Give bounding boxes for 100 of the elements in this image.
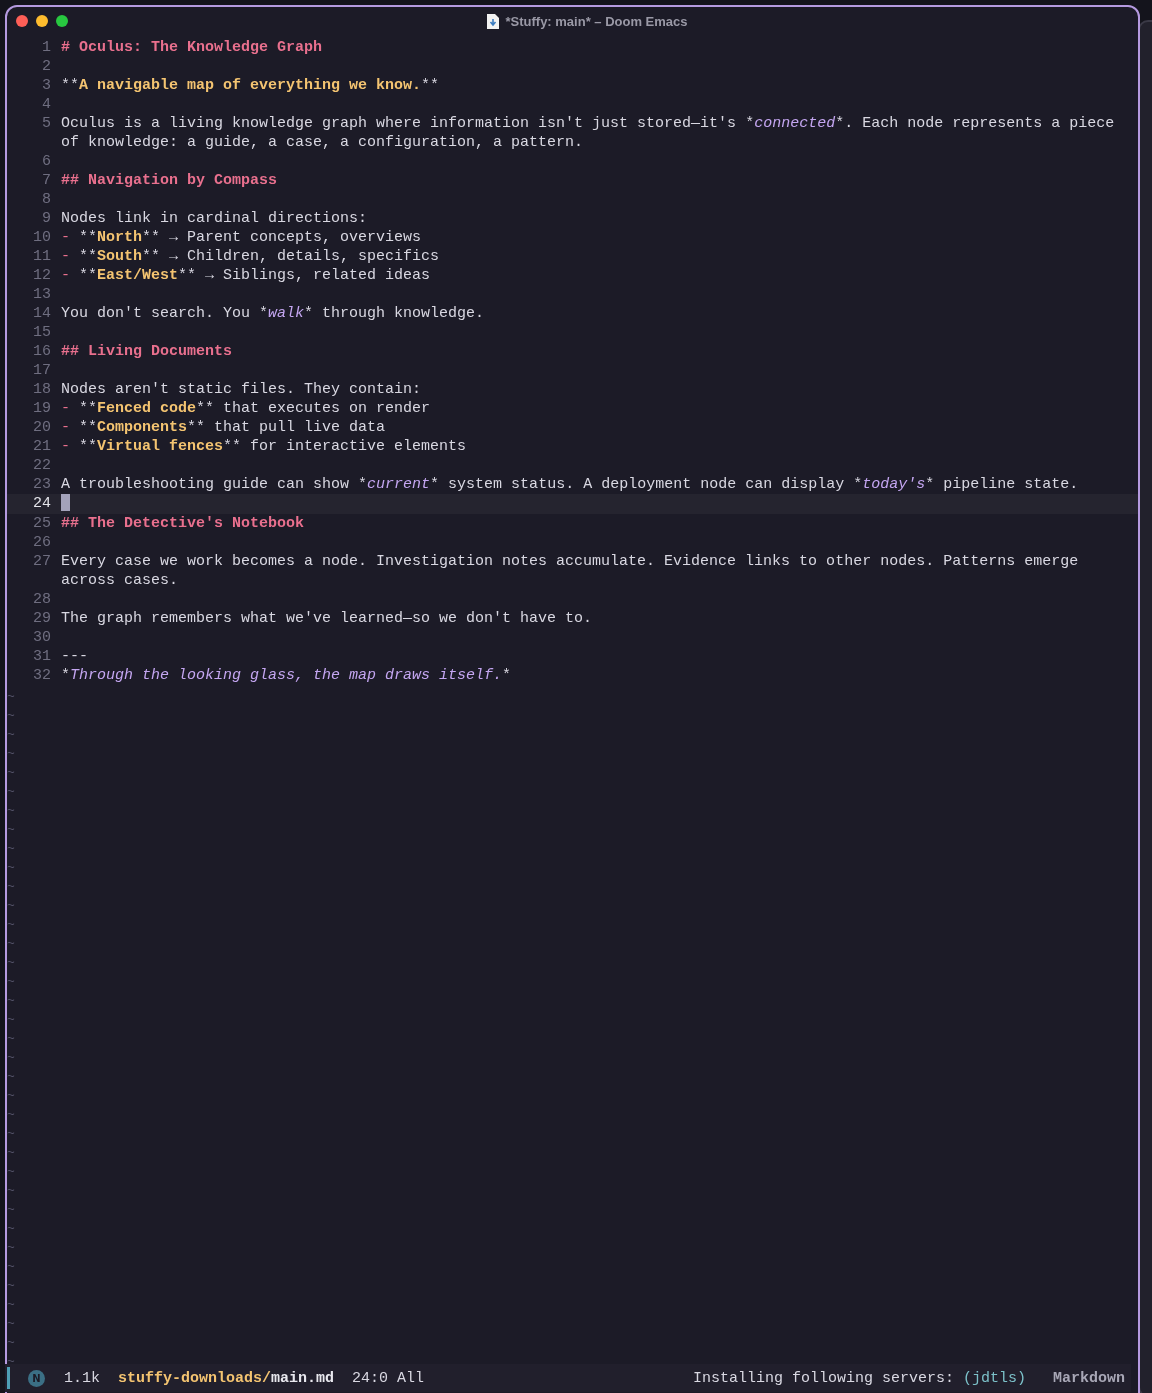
empty-line-marker: ~	[7, 1277, 16, 1295]
line-number: 26	[32, 533, 51, 552]
line-number: 28	[32, 590, 51, 609]
line-text: Nodes link in cardinal directions:	[61, 209, 369, 228]
empty-line-marker: ~	[7, 1144, 16, 1162]
empty-line-marker: ~	[7, 954, 16, 972]
empty-line-marker: ~	[7, 707, 16, 725]
line-text: - **Virtual fences** for interactive elements	[61, 437, 468, 456]
empty-line-marker: ~	[7, 897, 16, 915]
line-text: Every case we work becomes a node. Investigation notes accumulate. Evidence links to other nodes. Patterns emerge across cases.	[61, 552, 1080, 590]
empty-line-marker: ~	[7, 1011, 16, 1029]
mode-indicator: N	[28, 1369, 45, 1387]
empty-line-marker: ~	[7, 1030, 16, 1048]
empty-line-marker: ~	[7, 1049, 16, 1067]
empty-line-marker: ~	[7, 1239, 16, 1257]
line-number: 25	[32, 514, 51, 533]
empty-line-marker: ~	[7, 764, 16, 782]
line-text: You don't search. You *walk* through knowledge.	[61, 304, 486, 323]
line-text: *Through the looking glass, the map draws itself.*	[61, 666, 513, 685]
empty-line-marker: ~	[7, 688, 16, 706]
line-text: ## Navigation by Compass	[61, 171, 279, 190]
line-number: 21	[32, 437, 51, 456]
line-number: 17	[32, 361, 51, 380]
line-number: 31	[32, 647, 51, 666]
server-list: (jdtls)	[962, 1369, 1026, 1387]
line-text: - **East/West** → Siblings, related ideas	[61, 266, 432, 285]
line-number: 20	[32, 418, 51, 437]
line-number: 24	[32, 494, 51, 514]
major-mode: Markdown	[1053, 1369, 1125, 1387]
empty-line-marker: ~	[7, 1296, 16, 1314]
line-number: 15	[32, 323, 51, 342]
line-text: # Oculus: The Knowledge Graph	[61, 38, 324, 57]
line-number: 29	[32, 609, 51, 628]
empty-line-marker: ~	[7, 859, 16, 877]
buffer-size: 1.1k	[64, 1369, 100, 1387]
line-text: - **South** → Children, details, specifics	[61, 247, 441, 266]
empty-line-marker: ~	[7, 973, 16, 991]
line-text: - **Components** that pull live data	[61, 418, 387, 437]
minimize-button[interactable]	[36, 15, 48, 27]
line-text: Oculus is a living knowledge graph where information isn't just stored—it's *connected*. Each node represents a piece of knowledge: a guide, a case, a configuration, a pattern.	[61, 114, 1116, 152]
line-text: ---	[61, 647, 89, 666]
file-directory: stuffy-downloads/	[118, 1369, 272, 1387]
line-number: 4	[41, 95, 51, 114]
line-text: A troubleshooting guide can show *current* system status. A deployment node can display *today's* pipeline state.	[61, 475, 1080, 494]
empty-line-marker: ~	[7, 1106, 16, 1124]
line-text: - **Fenced code** that executes on render	[61, 399, 432, 418]
empty-line-marker: ~	[7, 1334, 16, 1352]
line-number: 1	[41, 38, 51, 57]
line-number: 14	[32, 304, 51, 323]
line-text: Nodes aren't static files. They contain:	[61, 380, 423, 399]
scroll-position: All	[397, 1369, 425, 1387]
line-text: ## Living Documents	[61, 342, 234, 361]
line-number: 3	[41, 76, 51, 95]
line-number: 11	[32, 247, 51, 266]
empty-line-marker: ~	[7, 726, 16, 744]
line-number: 6	[41, 152, 51, 171]
status-message: Installing following servers:	[692, 1369, 954, 1387]
empty-line-marker: ~	[7, 802, 16, 820]
file-name: main.md	[271, 1369, 335, 1387]
cursor-position: 24:0	[352, 1369, 389, 1387]
empty-line-marker: ~	[7, 935, 16, 953]
window-title: *Stuffy: main* – Doom Emacs	[505, 13, 688, 29]
line-number: 13	[32, 285, 51, 304]
empty-line-marker: ~	[7, 878, 16, 896]
empty-line-marker: ~	[7, 1087, 16, 1105]
close-button[interactable]	[16, 15, 28, 27]
line-number: 12	[32, 266, 51, 285]
zoom-button[interactable]	[56, 15, 68, 27]
line-number: 2	[41, 57, 51, 76]
line-number: 16	[32, 342, 51, 361]
empty-line-marker: ~	[7, 1201, 16, 1219]
line-number: 27	[32, 552, 51, 572]
line-text: **A navigable map of everything we know.**	[61, 76, 441, 95]
document-icon	[487, 13, 500, 29]
empty-line-marker: ~	[7, 1353, 16, 1371]
empty-line-marker: ~	[7, 783, 16, 801]
empty-line-marker: ~	[7, 840, 16, 858]
line-number: 23	[32, 475, 51, 494]
line-number: 32	[32, 666, 51, 685]
line-number: 30	[32, 628, 51, 647]
empty-line-marker: ~	[7, 916, 16, 934]
empty-line-marker: ~	[7, 992, 16, 1010]
empty-line-marker: ~	[7, 1258, 16, 1276]
line-number: 22	[32, 456, 51, 475]
empty-line-marker: ~	[7, 821, 16, 839]
line-text: The graph remembers what we've learned—so we don't have to.	[61, 609, 594, 628]
text-cursor	[61, 494, 70, 511]
line-text: ## The Detective's Notebook	[61, 514, 306, 533]
empty-line-marker: ~	[7, 1315, 16, 1333]
line-number: 8	[41, 190, 51, 209]
line-number: 9	[41, 209, 51, 228]
line-number: 18	[32, 380, 51, 399]
line-number: 5	[41, 114, 51, 134]
line-number: 19	[32, 399, 51, 418]
line-text: - **North** → Parent concepts, overviews	[61, 228, 423, 247]
empty-line-marker: ~	[7, 1220, 16, 1238]
empty-line-marker: ~	[7, 1068, 16, 1086]
empty-line-marker: ~	[7, 745, 16, 763]
line-number: 7	[41, 171, 51, 190]
empty-line-marker: ~	[7, 1125, 16, 1143]
